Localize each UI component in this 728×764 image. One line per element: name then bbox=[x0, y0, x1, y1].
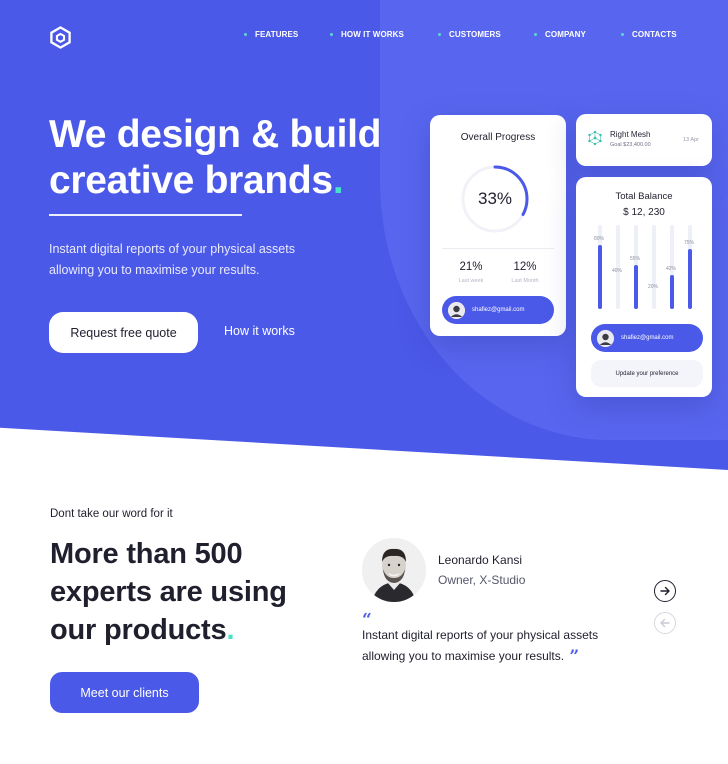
nav-item-customers[interactable]: CUSTOMERS bbox=[438, 30, 501, 39]
user-email: shafiez@gmail.com bbox=[472, 307, 525, 313]
hero-title: We design & build creative brands. bbox=[49, 112, 419, 204]
user-avatar-icon bbox=[597, 329, 614, 347]
stat-value: 21% bbox=[459, 261, 483, 273]
hero-title-line-1: We design & build bbox=[49, 113, 382, 156]
request-quote-button[interactable]: Request free quote bbox=[49, 312, 198, 353]
section-eyebrow: Dont take our word for it bbox=[50, 508, 173, 520]
card-title: Overall Progress bbox=[460, 132, 536, 143]
how-it-works-link[interactable]: How it works bbox=[224, 324, 295, 338]
nav-bullet-icon bbox=[438, 33, 441, 36]
nav-item-label: COMPANY bbox=[545, 30, 586, 39]
nav-item-features[interactable]: FEATURES bbox=[244, 30, 298, 39]
hero-subtitle: Instant digital reports of your physical… bbox=[49, 239, 339, 281]
nav-bullet-icon bbox=[330, 33, 333, 36]
nav-bullet-icon bbox=[244, 33, 247, 36]
close-quote-icon: ” bbox=[569, 647, 580, 667]
next-testimonial-button[interactable] bbox=[654, 580, 676, 602]
section-title: More than 500 experts are using our prod… bbox=[50, 535, 350, 649]
testimonial-role: Owner, X-Studio bbox=[438, 573, 526, 587]
nav-item-label: FEATURES bbox=[255, 30, 299, 39]
stat-label: Last Month bbox=[511, 278, 539, 284]
nav-bullet-icon bbox=[534, 33, 537, 36]
accent-dot: . bbox=[332, 159, 344, 202]
arrow-left-icon bbox=[660, 618, 670, 628]
accent-dot: . bbox=[226, 614, 235, 646]
stat-label: Last week bbox=[458, 278, 484, 284]
stat-value: 12% bbox=[513, 261, 537, 273]
testimonial-quote: Instant digital reports of your physical… bbox=[362, 625, 652, 667]
nav-item-contacts[interactable]: CONTACTS bbox=[621, 30, 677, 39]
stat-last-week: 21% Last week bbox=[444, 261, 498, 284]
progress-ring: 33% bbox=[460, 164, 530, 234]
testimonial-name: Leonardo Kansi bbox=[438, 553, 523, 567]
bar-5 bbox=[670, 275, 674, 309]
user-email-pill[interactable]: shafiez@gmail.com bbox=[442, 296, 554, 324]
hero-subtitle-line-2: allowing you to maximise your results. bbox=[49, 263, 260, 277]
user-avatar-icon bbox=[448, 301, 465, 319]
bar-label: 40% bbox=[612, 268, 623, 274]
bar-3 bbox=[634, 265, 638, 309]
hero-subtitle-line-1: Instant digital reports of your physical… bbox=[49, 242, 295, 256]
overall-progress-card: Overall Progress 33% 21% Last week 12% L… bbox=[430, 115, 566, 336]
nav-item-label: CONTACTS bbox=[632, 30, 677, 39]
nav-item-how-it-works[interactable]: HOW IT WORKS bbox=[330, 30, 404, 39]
landing-page: FEATURES HOW IT WORKS CUSTOMERS COMPANY … bbox=[0, 0, 728, 764]
network-icon bbox=[588, 130, 602, 146]
right-mesh-card[interactable]: Right Mesh Goal $23,400.00 13 Apr bbox=[576, 114, 712, 166]
previous-testimonial-button[interactable] bbox=[654, 612, 676, 634]
hero-title-line-2: creative brands bbox=[49, 159, 333, 202]
nav-item-label: CUSTOMERS bbox=[449, 30, 501, 39]
account-name: Right Mesh bbox=[610, 130, 651, 139]
bar-1 bbox=[598, 245, 602, 309]
section-title-line-1: More than 500 bbox=[50, 538, 243, 570]
nav-bullet-icon bbox=[621, 33, 624, 36]
card-divider bbox=[442, 248, 554, 249]
user-email-pill[interactable]: shafiez@gmail.com bbox=[591, 324, 703, 352]
nav-item-company[interactable]: COMPANY bbox=[534, 30, 586, 39]
top-navigation: FEATURES HOW IT WORKS CUSTOMERS COMPANY … bbox=[0, 30, 728, 44]
section-title-line-2: experts are using bbox=[50, 576, 287, 608]
user-email: shafiez@gmail.com bbox=[621, 335, 674, 341]
person-photo-icon bbox=[362, 538, 426, 602]
bar-label: 55% bbox=[630, 256, 641, 262]
nav-item-label: HOW IT WORKS bbox=[341, 30, 404, 39]
bar-2 bbox=[616, 277, 620, 309]
account-date: 13 Apr bbox=[683, 137, 699, 143]
avatar bbox=[448, 301, 465, 319]
total-balance-card: Total Balance $ 12, 230 80% 40% 55% 20% 42% 7… bbox=[576, 177, 712, 397]
update-preference-button[interactable]: Update your preference bbox=[591, 360, 703, 387]
bar-label: 75% bbox=[684, 240, 695, 246]
bar-4 bbox=[652, 293, 656, 309]
bar-label: 80% bbox=[594, 236, 605, 242]
meet-clients-button[interactable]: Meet our clients bbox=[50, 672, 199, 713]
balance-bar-chart: 80% 40% 55% 20% 42% 75% bbox=[576, 177, 712, 317]
quote-line-2: allowing you to maximise your results. bbox=[362, 649, 565, 663]
avatar bbox=[597, 329, 614, 347]
account-goal: Goal $23,400.00 bbox=[610, 142, 651, 148]
bar-label: 20% bbox=[648, 284, 659, 290]
section-title-line-3: our products bbox=[50, 614, 227, 646]
bar-label: 42% bbox=[666, 266, 677, 273]
arrow-right-icon bbox=[660, 586, 670, 596]
quote-line-1: Instant digital reports of your physical… bbox=[362, 628, 599, 642]
stat-last-month: 12% Last Month bbox=[498, 261, 552, 284]
testimonial-avatar bbox=[362, 538, 426, 602]
hero-divider bbox=[49, 214, 242, 216]
bar-6 bbox=[688, 249, 692, 309]
progress-percent: 33% bbox=[477, 189, 513, 208]
